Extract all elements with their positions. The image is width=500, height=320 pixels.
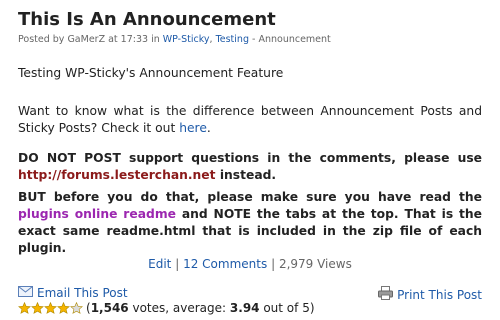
support-paragraph: DO NOT POST support questions in the com… — [18, 150, 482, 184]
meta-separator: , — [209, 34, 213, 45]
post-title[interactable]: This Is An Announcement — [18, 8, 482, 32]
post-meta: Posted by GaMerZ at 17:33 in WP-Sticky, … — [18, 33, 482, 46]
post-links: Edit | 12 Comments | 2,979 Views — [18, 257, 482, 271]
star-icon[interactable] — [57, 302, 70, 314]
readme-paragraph: BUT before you do that, please make sure… — [18, 189, 482, 257]
printer-icon[interactable] — [378, 286, 394, 303]
here-link[interactable]: here — [179, 121, 207, 135]
meta-prefix: Posted by GaMerZ at 17:33 in — [18, 34, 160, 45]
post-actions: Email This Post Print This Post — [18, 286, 482, 302]
star-icon[interactable] — [18, 302, 31, 314]
difference-end: . — [206, 121, 211, 135]
comments-link[interactable]: 12 Comments — [183, 257, 267, 271]
category-link-testing[interactable]: Testing — [216, 34, 249, 45]
post-rating: (1,546 votes, average: 3.94 out of 5) — [18, 301, 315, 315]
edit-link[interactable]: Edit — [148, 257, 171, 271]
postlinks-separator: | — [271, 257, 276, 271]
readme-text-before: BUT before you do that, please make sure… — [18, 190, 482, 204]
post: This Is An Announcement Posted by GaMerZ… — [18, 8, 482, 315]
support-text: DO NOT POST support questions in the com… — [18, 151, 482, 165]
rating-outof: out of 5) — [263, 301, 315, 315]
category-link-wp-sticky[interactable]: WP-Sticky — [163, 34, 210, 45]
forums-link[interactable]: http://forums.lesterchan.net — [18, 168, 216, 182]
email-link[interactable]: Email This Post — [37, 286, 128, 300]
meta-suffix: - Announcement — [252, 34, 331, 45]
star-icon[interactable] — [70, 302, 83, 314]
difference-text: Want to know what is the difference betw… — [18, 104, 482, 135]
email-this-post[interactable]: Email This Post — [18, 286, 128, 300]
readme-link[interactable]: plugins online readme — [18, 207, 176, 221]
print-link[interactable]: Print This Post — [397, 288, 482, 302]
rating-votes: 1,546 — [90, 301, 129, 315]
rating-average: 3.94 — [229, 301, 260, 315]
rating-stars[interactable] — [18, 302, 83, 314]
rating-votes-label: votes, average: — [132, 301, 227, 315]
difference-paragraph: Want to know what is the difference betw… — [18, 103, 482, 137]
print-this-post[interactable]: Print This Post — [378, 286, 482, 303]
postlinks-separator: | — [175, 257, 180, 271]
star-icon[interactable] — [44, 302, 57, 314]
support-end: instead. — [219, 168, 277, 182]
star-icon[interactable] — [31, 302, 44, 314]
email-icon[interactable] — [18, 286, 33, 300]
views-count: 2,979 Views — [278, 257, 352, 271]
intro-paragraph: Testing WP-Sticky's Announcement Feature — [18, 66, 284, 80]
